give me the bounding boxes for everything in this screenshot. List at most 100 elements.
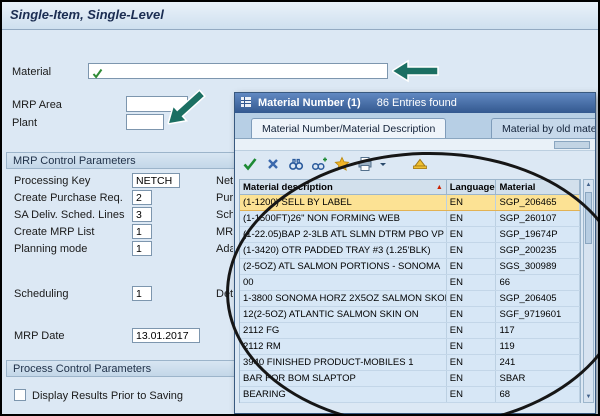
cell-material: SGP_206465 xyxy=(496,195,580,210)
cell-material-description: 2112 RM xyxy=(240,339,447,354)
cell-material-description: 2112 FG xyxy=(240,323,447,338)
display-results-checkbox[interactable] xyxy=(14,389,26,401)
value-help-table: Material description ▲ Language Material… xyxy=(239,179,581,403)
cell-material: 68 xyxy=(496,387,580,402)
plant-input[interactable] xyxy=(126,114,164,130)
table-row[interactable]: 00 EN 66 xyxy=(240,275,580,291)
table-row[interactable]: 12(2-5OZ) ATLANTIC SALMON SKIN ON EN SGF… xyxy=(240,307,580,323)
column-header-material-description[interactable]: Material description ▲ xyxy=(240,180,447,194)
section-title: MRP Control Parameters xyxy=(13,155,136,167)
cell-material: SGP_260107 xyxy=(496,211,580,226)
clipped-field-label: Det xyxy=(216,288,233,300)
material-label: Material xyxy=(12,66,52,78)
tab-scrollbar[interactable] xyxy=(554,141,590,149)
cell-language: EN xyxy=(447,323,497,338)
table-row[interactable]: 1-3800 SONOMA HORZ 2X5OZ SALMON SKON EN … xyxy=(240,291,580,307)
plant-label: Plant xyxy=(12,117,38,129)
checkmark-icon xyxy=(92,66,103,84)
tab-material-number-description[interactable]: Material Number/Material Description xyxy=(251,118,447,138)
cell-material-description: BEARING xyxy=(240,387,447,402)
cell-material-description: 1-3800 SONOMA HORZ 2X5OZ SALMON SKON xyxy=(240,291,447,306)
table-row[interactable]: (1-22.05)BAP 2-3LB ATL SLMN DTRM PBO VP … xyxy=(240,227,580,243)
dialog-icon xyxy=(240,96,252,111)
cell-material-description: BAR FOR BOM SLAPTOP xyxy=(240,371,447,386)
scheduling-input[interactable] xyxy=(132,286,152,301)
table-row[interactable]: 3940 FINISHED PRODUCT-MOBILES 1 EN 241 xyxy=(240,355,580,371)
cell-language: EN xyxy=(447,307,497,322)
cell-material-description: (2-5OZ) ATL SALMON PORTIONS - SONOMA xyxy=(240,259,447,274)
clipped-field-label: MRP xyxy=(216,226,233,238)
favorites-icon[interactable] xyxy=(332,154,352,174)
mrp-date-label: MRP Date xyxy=(14,330,65,342)
cell-language: EN xyxy=(447,227,497,242)
arrow-annotation-material xyxy=(392,59,439,83)
scroll-up-icon[interactable]: ▲ xyxy=(584,182,593,188)
find-icon[interactable] xyxy=(286,154,306,174)
create-mrp-list-input[interactable] xyxy=(132,224,152,239)
mrp-area-label: MRP Area xyxy=(12,99,62,111)
cell-material: SGP_206405 xyxy=(496,291,580,306)
scheduling-label: Scheduling xyxy=(14,288,69,300)
create-purchase-req-label: Create Purchase Req. xyxy=(14,192,123,204)
table-row[interactable]: 2112 RM EN 119 xyxy=(240,339,580,355)
dialog-titlebar[interactable]: Material Number (1) 86 Entries found xyxy=(235,93,595,113)
vertical-scrollbar[interactable]: ▲ ▼ xyxy=(583,179,594,403)
cell-language: EN xyxy=(447,275,497,290)
cell-language: EN xyxy=(447,355,497,370)
cell-material: SGP_19674P xyxy=(496,227,580,242)
table-header-row: Material description ▲ Language Material xyxy=(239,179,581,195)
entries-count: 86 Entries found xyxy=(376,97,457,109)
table-row[interactable]: (2-5OZ) ATL SALMON PORTIONS - SONOMA EN … xyxy=(240,259,580,275)
tab-material-by-old-material[interactable]: Material by old materi xyxy=(491,118,595,138)
cell-material: 119 xyxy=(496,339,580,354)
planning-mode-input[interactable] xyxy=(132,241,152,256)
cancel-icon[interactable] xyxy=(263,154,283,174)
print-menu-icon[interactable] xyxy=(378,154,388,174)
cell-material-description: (1-3420) OTR PADDED TRAY #3 (1.25'BLK) xyxy=(240,243,447,258)
personal-value-list-icon[interactable] xyxy=(410,154,430,174)
tab-scroll-strip xyxy=(235,139,595,151)
print-icon[interactable] xyxy=(355,154,375,174)
cell-material-description: (1-22.05)BAP 2-3LB ATL SLMN DTRM PBO VP xyxy=(240,227,447,242)
table-row[interactable]: BAR FOR BOM SLAPTOP EN SBAR xyxy=(240,371,580,387)
application-window: Single-Item, Single-Level Material MRP A… xyxy=(0,0,600,416)
clipped-field-label: Ada xyxy=(216,243,233,255)
column-header-material[interactable]: Material xyxy=(496,180,580,194)
table-row[interactable]: BEARING EN 68 xyxy=(240,387,580,403)
table-row[interactable]: (1-1500FT)26" NON FORMING WEB EN SGP_260… xyxy=(240,211,580,227)
dialog-toolbar xyxy=(235,151,595,177)
cell-language: EN xyxy=(447,291,497,306)
create-mrp-list-label: Create MRP List xyxy=(14,226,95,238)
display-results-checkbox-label: Display Results Prior to Saving xyxy=(32,390,184,402)
table-row[interactable]: 2112 FG EN 117 xyxy=(240,323,580,339)
cell-material: SBAR xyxy=(496,371,580,386)
accept-icon[interactable] xyxy=(240,154,260,174)
page-title: Single-Item, Single-Level xyxy=(10,7,164,22)
clipped-field-label: Net xyxy=(216,175,233,187)
processing-key-input[interactable] xyxy=(132,173,180,188)
scrollbar-thumb[interactable] xyxy=(585,192,592,244)
material-input[interactable] xyxy=(88,63,388,79)
table-row[interactable]: (1-3420) OTR PADDED TRAY #3 (1.25'BLK) E… xyxy=(240,243,580,259)
create-purchase-req-input[interactable] xyxy=(132,190,152,205)
scroll-down-icon[interactable]: ▼ xyxy=(584,394,593,400)
column-header-language[interactable]: Language xyxy=(447,180,497,194)
table-body: (1-1200) SELL BY LABEL EN SGP_206465 (1-… xyxy=(239,195,581,403)
cell-material: 241 xyxy=(496,355,580,370)
section-title: Process Control Parameters xyxy=(13,363,152,375)
sa-deliv-sched-lines-input[interactable] xyxy=(132,207,152,222)
mrp-area-input[interactable] xyxy=(126,96,188,112)
cell-language: EN xyxy=(447,211,497,226)
value-help-dialog: Material Number (1) 86 Entries found Mat… xyxy=(234,92,596,414)
mrp-date-input[interactable] xyxy=(132,328,200,343)
cell-language: EN xyxy=(447,259,497,274)
cell-material: SGP_200235 xyxy=(496,243,580,258)
cell-language: EN xyxy=(447,195,497,210)
find-next-icon[interactable] xyxy=(309,154,329,174)
cell-material: 117 xyxy=(496,323,580,338)
cell-language: EN xyxy=(447,243,497,258)
processing-key-label: Processing Key xyxy=(14,175,91,187)
clipped-field-label: Pur xyxy=(216,192,233,204)
cell-material-description: 12(2-5OZ) ATLANTIC SALMON SKIN ON xyxy=(240,307,447,322)
table-row[interactable]: (1-1200) SELL BY LABEL EN SGP_206465 xyxy=(240,195,580,211)
